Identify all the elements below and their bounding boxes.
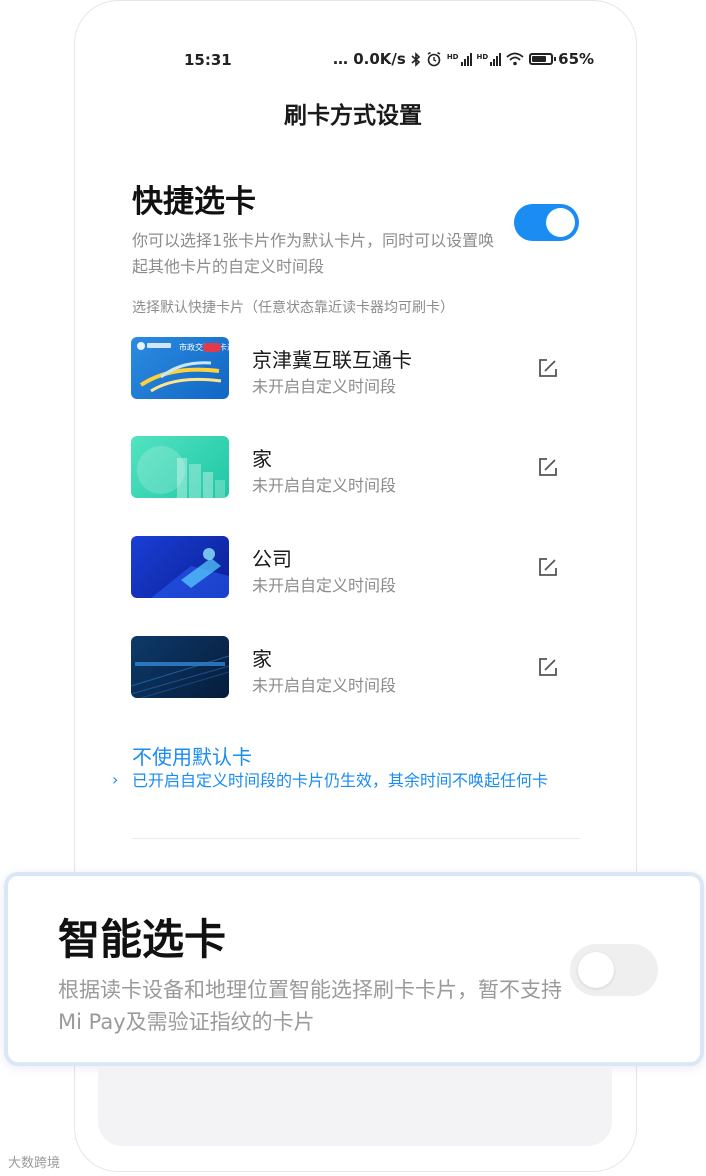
divider [132,838,580,839]
page-title: 刷卡方式设置 [284,103,422,129]
bluetooth-icon [411,51,421,67]
card-row-company[interactable]: 公司 未开启自定义时间段 [131,536,581,600]
card-row-home[interactable]: 家 未开启自定义时间段 [131,436,581,500]
chevron-right-icon: › [112,770,119,789]
company-card-image [131,536,229,598]
card-name: 家 [252,647,272,671]
default-card-hint: 选择默认快捷卡片（任意状态靠近读卡器均可刷卡） [132,300,454,316]
hd-signal-icon: HD [447,52,472,66]
card-name: 公司 [252,547,292,571]
edit-icon[interactable] [537,556,559,578]
alarm-icon [427,51,441,67]
bottom-area [98,1066,612,1146]
smart-select-panel: 智能选卡 根据读卡设备和地理位置智能选择刷卡卡片，暂不支持Mi Pay及需验证指… [4,872,704,1066]
wifi-icon [506,52,524,66]
card-row-home-2[interactable]: 家 未开启自定义时间段 [131,636,581,700]
transit-card-image: 市政交通一卡通 [131,337,229,399]
edit-icon[interactable] [537,456,559,478]
quick-select-description: 你可以选择1张卡片作为默认卡片，同时可以设置唤起其他卡片的自定义时间段 [132,231,495,276]
card-row-transit[interactable]: 市政交通一卡通 京津冀互联互通卡 未开启自定义时间段 [131,337,581,401]
home-card-image [131,436,229,498]
network-speed: … 0.0K/s [333,50,406,68]
no-default-card-option[interactable]: 不使用默认卡 [132,741,252,770]
card-name: 家 [252,447,272,471]
card-subtitle: 未开启自定义时间段 [252,476,397,495]
card-subtitle: 未开启自定义时间段 [252,576,397,595]
edit-icon[interactable] [537,656,559,678]
toggle-knob [578,952,614,988]
home-card-image [131,636,229,698]
battery-icon [529,53,557,65]
smart-select-title: 智能选卡 [58,915,227,964]
toggle-knob [546,208,575,237]
quick-select-title: 快捷选卡 [132,184,256,220]
status-icons: … 0.0K/s HD HD 65% [333,50,594,68]
card-subtitle: 未开启自定义时间段 [252,676,397,695]
battery-percent: 65% [558,50,595,68]
card-subtitle: 未开启自定义时间段 [252,377,397,396]
status-bar: 15:31 … 0.0K/s HD HD 65% [0,50,706,72]
hd-signal-icon: HD [477,52,502,66]
status-time: 15:31 [184,51,232,69]
smart-select-description: 根据读卡设备和地理位置智能选择刷卡卡片，暂不支持Mi Pay及需验证指纹的卡片 [58,978,562,1034]
card-name: 京津冀互联互通卡 [252,348,412,372]
smart-select-toggle[interactable] [570,944,658,996]
edit-icon[interactable] [537,357,559,379]
no-default-description: 已开启自定义时间段的卡片仍生效，其余时间不唤起任何卡 [132,771,549,790]
watermark: 大数跨境 [8,1156,61,1171]
quick-select-toggle[interactable] [514,204,579,241]
